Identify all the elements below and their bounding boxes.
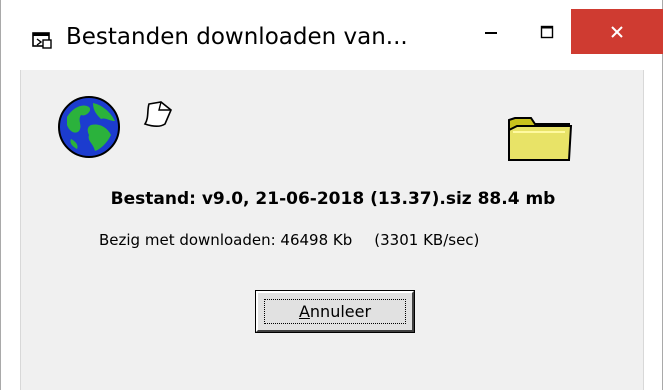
dialog-body: Bestand: v9.0, 21-06-2018 (13.37).siz 88… [20, 70, 644, 390]
cancel-button-label: Annuleer [299, 302, 371, 321]
download-speed: (3301 KB/sec) [374, 231, 480, 249]
paper-icon [143, 101, 172, 128]
close-button[interactable] [571, 9, 663, 54]
folder-icon [508, 117, 573, 161]
cancel-button[interactable]: Annuleer [255, 290, 415, 333]
window-title: Bestanden downloaden van... [66, 24, 408, 50]
accelerator-key: A [298, 302, 310, 321]
cancel-button-label-rest: nnuleer [309, 302, 372, 321]
globe-icon [58, 96, 120, 158]
minimize-button[interactable] [459, 9, 523, 54]
download-dialog-window: Bestanden downloaden van... Bestand: v9.… [0, 0, 663, 390]
minimize-icon [485, 31, 497, 34]
progress-text: Bezig met downloaden: 46498 Kb [99, 231, 353, 249]
maximize-icon [540, 25, 554, 38]
app-window-icon [32, 32, 52, 49]
close-icon [611, 25, 623, 38]
title-bar[interactable]: Bestanden downloaden van... [1, 0, 663, 70]
download-progress: Bezig met downloaden: 46498 Kb (3301 KB/s… [99, 231, 479, 249]
maximize-button[interactable] [515, 9, 579, 54]
file-name-label: Bestand: v9.0, 21-06-2018 (13.37).siz 88… [110, 189, 556, 209]
